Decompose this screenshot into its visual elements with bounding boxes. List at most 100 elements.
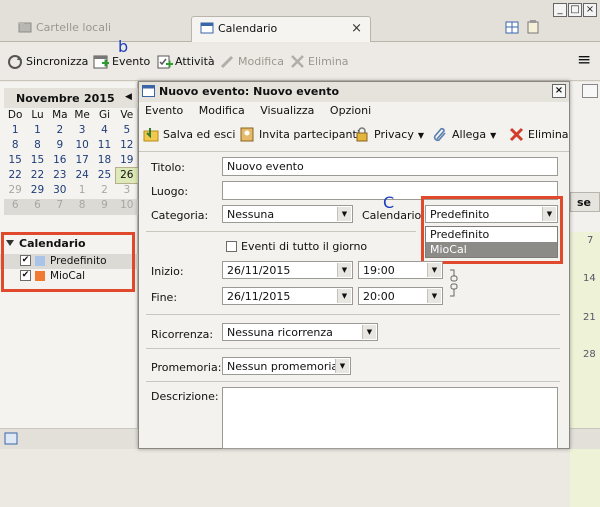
day-cell[interactable]: 8 <box>4 138 26 153</box>
address-book-icon <box>239 127 256 142</box>
calendar-view-strip: se 7 14 21 28 <box>570 82 600 507</box>
day-cell[interactable]: 19 <box>116 153 138 168</box>
day-cell[interactable]: 7 <box>49 198 71 213</box>
menu-modifica[interactable]: Modifica <box>199 104 245 117</box>
close-window-button[interactable]: × <box>583 3 597 17</box>
category-select[interactable]: Nessuna ▼ <box>222 205 353 223</box>
prev-month-icon[interactable]: ◀ <box>125 92 132 102</box>
day-cell[interactable]: 9 <box>49 138 71 153</box>
day-cell[interactable]: 10 <box>71 138 93 153</box>
day-cell[interactable]: 23 <box>49 168 71 183</box>
reminder-select[interactable]: Nessun promemoria ▼ <box>222 357 351 375</box>
start-time-picker[interactable]: 19:00 ▼ <box>358 261 443 279</box>
day-cell[interactable]: 1 <box>4 123 26 138</box>
edit-button[interactable]: Modifica <box>219 54 284 69</box>
new-event-button[interactable]: Evento <box>93 54 150 69</box>
main-toolbar: Sincronizza Evento Attività Modifica Eli… <box>0 43 600 81</box>
attach-button[interactable]: Allega ▼ <box>432 127 496 142</box>
dropdown-arrow-icon: ▼ <box>417 131 424 140</box>
day-cell[interactable]: 17 <box>71 153 93 168</box>
day-cell[interactable]: 2 <box>93 183 115 198</box>
new-task-button[interactable]: Attività <box>156 54 215 69</box>
app-menu-icon[interactable]: ≡ <box>577 50 591 70</box>
day-cell[interactable]: 6 <box>4 198 26 213</box>
end-date-picker[interactable]: 26/11/2015 ▼ <box>222 287 353 305</box>
day-cell[interactable]: 15 <box>26 153 48 168</box>
dialog-close-button[interactable]: × <box>552 84 566 98</box>
day-cell[interactable]: 3 <box>116 183 138 198</box>
day-cell[interactable]: 10 <box>116 198 138 213</box>
status-icon[interactable] <box>4 432 18 448</box>
day-cell[interactable]: 6 <box>26 198 48 213</box>
day-cell[interactable]: 12 <box>116 138 138 153</box>
day-cell[interactable]: 26 <box>114 167 139 184</box>
folder-icon <box>18 21 32 33</box>
minimize-button[interactable]: _ <box>553 3 567 17</box>
day-cell[interactable]: 24 <box>71 168 93 183</box>
day-cell[interactable]: 18 <box>93 153 115 168</box>
tab-calendar[interactable]: Calendario × <box>191 16 371 42</box>
day-cell[interactable]: 5 <box>116 123 138 138</box>
new-task-icon <box>156 54 173 69</box>
delete-button[interactable]: Elimina <box>289 54 349 69</box>
minimonth-month[interactable]: Novembre <box>16 92 80 105</box>
annotation-c: C <box>383 193 395 212</box>
title-input[interactable]: Nuovo evento <box>222 157 558 176</box>
invite-attendees-button[interactable]: Invita partecipanti <box>239 127 360 142</box>
sync-icon <box>7 54 24 69</box>
timezone-link-icon[interactable] <box>449 268 459 303</box>
week-row: 22 22 23 24 25 26 <box>4 167 139 184</box>
allday-checkbox[interactable] <box>226 241 237 252</box>
day-cell[interactable]: 11 <box>93 138 115 153</box>
weekday-header: Do <box>7 109 23 121</box>
dialog-toolbar: Salva ed esci Invita partecipanti Privac… <box>139 120 569 152</box>
day-cell[interactable]: 30 <box>49 183 71 198</box>
day-cell[interactable]: 2 <box>49 123 71 138</box>
day-number: 14 <box>583 273 596 284</box>
description-textarea[interactable] <box>222 387 558 449</box>
day-cell[interactable]: 8 <box>26 138 48 153</box>
task-view-icon[interactable] <box>527 20 539 37</box>
menu-opzioni[interactable]: Opzioni <box>330 104 371 117</box>
sync-button[interactable]: Sincronizza <box>7 54 88 69</box>
day-cell[interactable]: 29 <box>26 183 48 198</box>
recurrence-select[interactable]: Nessuna ricorrenza ▼ <box>222 323 378 341</box>
day-cell[interactable]: 1 <box>26 123 48 138</box>
day-cell[interactable]: 3 <box>71 123 93 138</box>
day-cell[interactable]: 9 <box>93 198 115 213</box>
end-time-picker[interactable]: 20:00 ▼ <box>358 287 443 305</box>
pane-toggle-icon[interactable] <box>582 84 598 98</box>
start-date-picker[interactable]: 26/11/2015 ▼ <box>222 261 353 279</box>
day-cell[interactable]: 1 <box>71 183 93 198</box>
minimonth-year[interactable]: 2015 <box>84 92 115 105</box>
save-folder-icon <box>143 127 160 142</box>
tab-local-folders[interactable]: Cartelle locali <box>10 16 190 42</box>
day-cell[interactable]: 22 <box>4 168 26 183</box>
dialog-titlebar[interactable]: Nuovo evento: Nuovo evento × <box>139 82 569 102</box>
menu-evento[interactable]: Evento <box>145 104 183 117</box>
day-cell[interactable]: 29 <box>4 183 26 198</box>
description-label: Descrizione: <box>151 390 219 403</box>
new-event-icon <box>93 54 110 69</box>
chevron-down-icon: ▼ <box>335 359 349 373</box>
maximize-button[interactable]: □ <box>568 3 582 17</box>
day-cell[interactable]: 22 <box>26 168 48 183</box>
separator <box>146 348 560 349</box>
weekday-header: Ve <box>120 109 134 121</box>
day-cell[interactable]: 4 <box>93 123 115 138</box>
delete-event-button[interactable]: Elimina <box>508 127 569 142</box>
minimonth-header: Novembre 2015 ◀ <box>4 88 138 108</box>
day-cell[interactable]: 15 <box>4 153 26 168</box>
privacy-button[interactable]: Privacy ▼ <box>354 127 424 142</box>
menu-visualizza[interactable]: Visualizza <box>260 104 314 117</box>
day-number: 28 <box>583 349 596 360</box>
calendar-view-icon[interactable] <box>505 21 519 37</box>
day-cell[interactable]: 8 <box>71 198 93 213</box>
tab-label: Calendario <box>218 22 278 35</box>
save-close-button[interactable]: Salva ed esci <box>143 127 235 142</box>
day-cell[interactable]: 25 <box>93 168 115 183</box>
view-tab-partial[interactable]: se <box>570 192 600 212</box>
tab-close-icon[interactable]: × <box>351 21 362 36</box>
day-cell[interactable]: 16 <box>49 153 71 168</box>
paperclip-icon <box>432 127 449 142</box>
